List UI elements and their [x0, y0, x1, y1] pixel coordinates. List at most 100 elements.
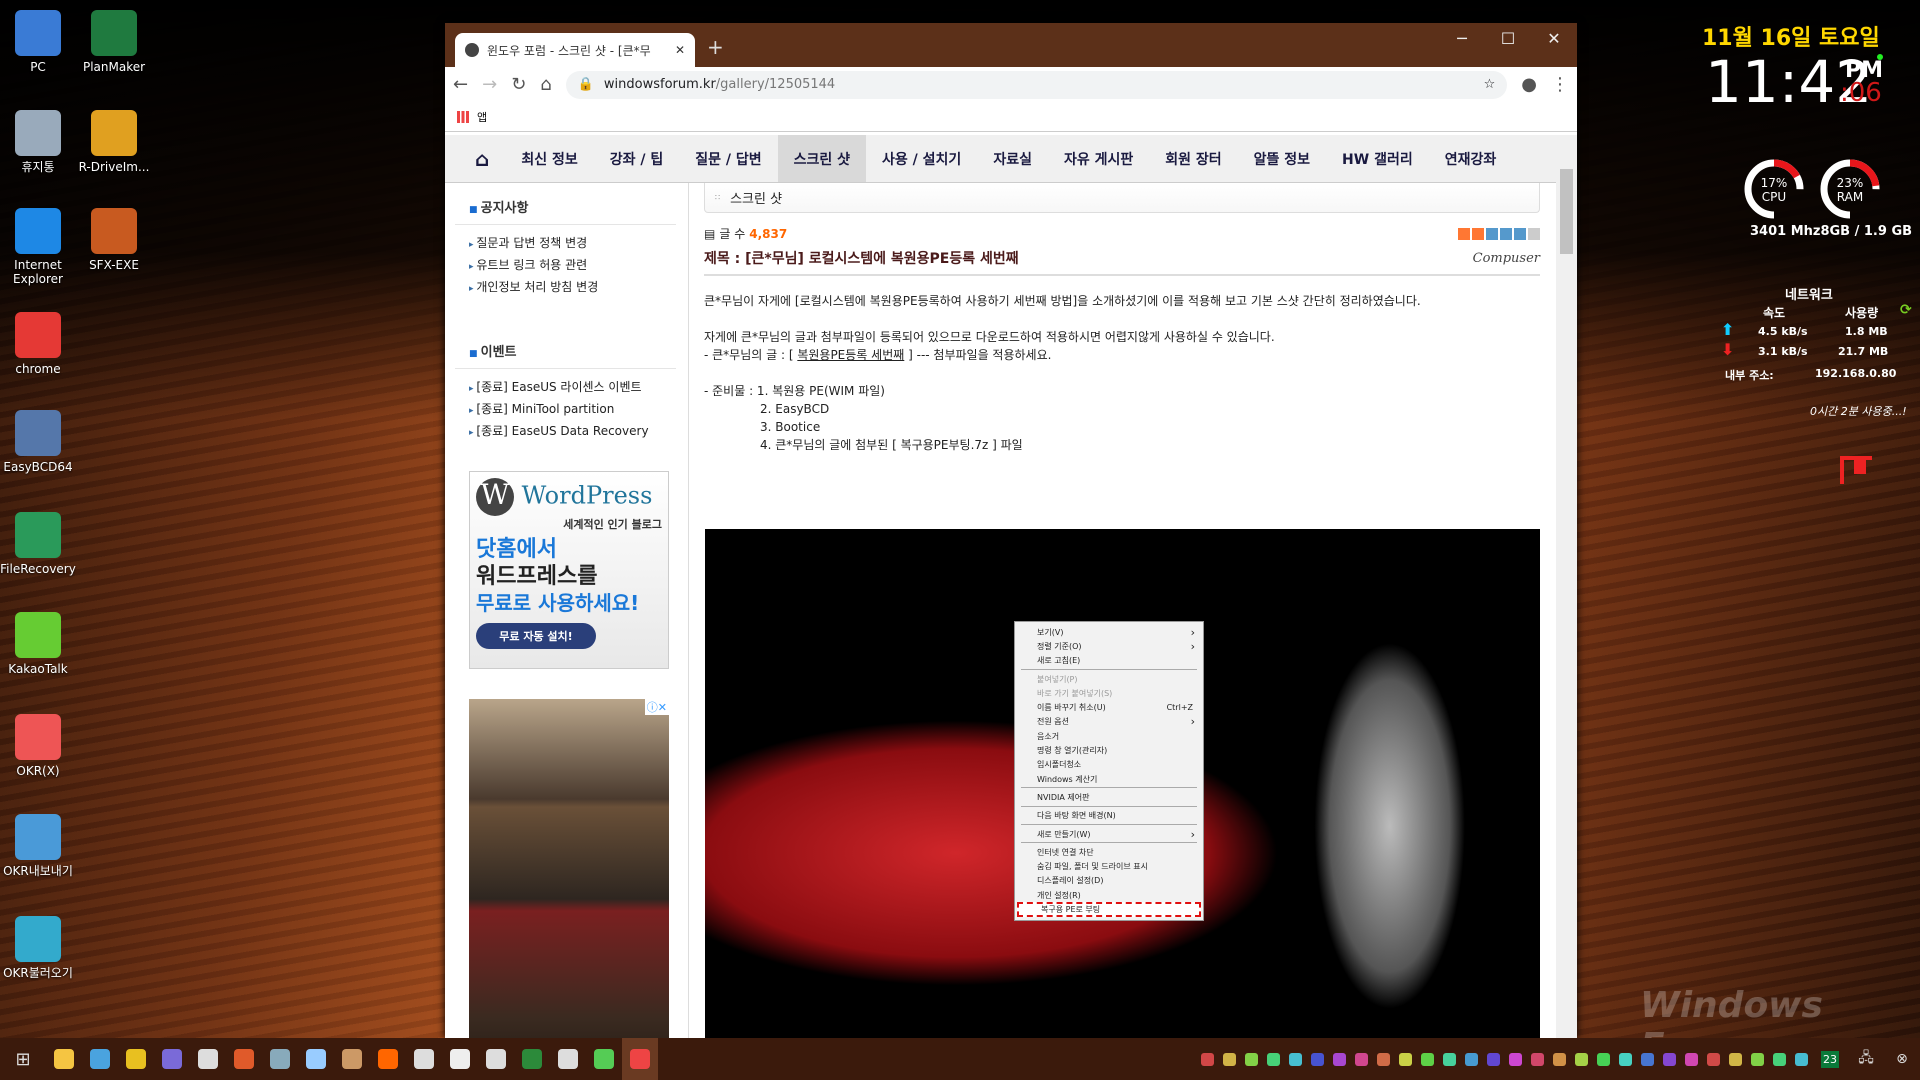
wordpress-ad[interactable]: W WordPress 세계적인 인기 블로그 닷홈에서 워드프레스를 무료로 사용… — [469, 471, 669, 669]
tray-app-icon[interactable] — [1592, 1038, 1614, 1080]
context-menu-item[interactable]: 숨김 파일, 폴더 및 드라이브 표시 — [1015, 859, 1203, 873]
context-menu-item[interactable]: 명령 창 열기(관리자) — [1015, 743, 1203, 757]
nav-item[interactable]: 알뜰 정보 — [1238, 135, 1326, 182]
nav-item[interactable]: 회원 장터 — [1149, 135, 1237, 182]
context-menu-item[interactable]: 임시폴더청소 — [1015, 758, 1203, 772]
nav-item[interactable]: 자유 게시판 — [1048, 135, 1149, 182]
tray-app-icon[interactable] — [1746, 1038, 1768, 1080]
tray-app-icon[interactable] — [1702, 1038, 1724, 1080]
taskbar-app[interactable] — [586, 1038, 622, 1080]
tray-app-icon[interactable] — [1526, 1038, 1548, 1080]
tray-app-icon[interactable] — [1658, 1038, 1680, 1080]
nav-item[interactable]: 스크린 샷 — [777, 135, 867, 182]
desktop-icon[interactable]: SFX-EXE — [76, 208, 152, 272]
context-menu-item[interactable]: 개인 설정(R) — [1015, 888, 1203, 902]
c-icon[interactable] — [1528, 227, 1540, 240]
tray-app-icon[interactable] — [1394, 1038, 1416, 1080]
tray-app-icon[interactable] — [1328, 1038, 1350, 1080]
post-link[interactable]: 복원용PE등록 세번째 — [797, 348, 904, 362]
nav-item[interactable]: HW 갤러리 — [1326, 135, 1429, 182]
bookmark-star-icon[interactable]: ☆ — [1484, 77, 1496, 92]
tray-app-icon[interactable] — [1416, 1038, 1438, 1080]
start-button[interactable]: ⊞ — [0, 1038, 46, 1080]
desktop-icon[interactable]: EasyBCD64 — [0, 410, 76, 474]
minimize-button[interactable]: ─ — [1439, 23, 1485, 53]
desktop-icon[interactable]: OKR(X) — [0, 713, 76, 778]
tray-app-icon[interactable] — [1482, 1038, 1504, 1080]
tray-app-icon[interactable] — [1284, 1038, 1306, 1080]
tray-app-icon[interactable] — [1680, 1038, 1702, 1080]
context-menu-item[interactable]: 바로 가기 붙여넣기(S) — [1015, 686, 1203, 700]
address-bar[interactable]: 🔒 windowsforum.kr/gallery/12505144 ☆ — [565, 70, 1508, 99]
nav-item[interactable]: 연재강좌 — [1429, 135, 1513, 182]
scrollbar[interactable] — [1556, 135, 1577, 1038]
taskbar-app[interactable] — [298, 1038, 334, 1080]
game-ad[interactable]: ⓘ✕ — [469, 699, 669, 1038]
close-tab-icon[interactable]: ✕ — [675, 43, 685, 57]
network-icon[interactable]: 🖧 — [1848, 1038, 1884, 1080]
taskbar-app[interactable] — [82, 1038, 118, 1080]
home-icon[interactable]: ⌂ — [540, 74, 551, 95]
context-menu-item[interactable]: 새로 고침(E) — [1015, 654, 1203, 668]
nav-item[interactable]: 최신 정보 — [505, 135, 593, 182]
apps-bookmark[interactable]: 앱 — [477, 109, 487, 125]
taskbar-app[interactable] — [622, 1038, 658, 1080]
taskbar-app[interactable] — [226, 1038, 262, 1080]
taskbar-app[interactable] — [46, 1038, 82, 1080]
context-menu-item[interactable]: 붙여넣기(P) — [1015, 672, 1203, 686]
tray-app-icon[interactable] — [1306, 1038, 1328, 1080]
taskbar-app[interactable] — [478, 1038, 514, 1080]
taskbar-app[interactable] — [550, 1038, 586, 1080]
nav-item[interactable]: 강좌 / 팁 — [594, 135, 680, 182]
taskbar-app[interactable] — [154, 1038, 190, 1080]
taskbar-app[interactable] — [370, 1038, 406, 1080]
desktop-icon[interactable]: Internet Explorer — [0, 208, 76, 286]
tray-app-icon[interactable] — [1240, 1038, 1262, 1080]
sidebar-link[interactable]: [종료] EaseUS Data Recovery — [455, 419, 688, 441]
browser-tab[interactable]: 윈도우 포럼 - 스크린 샷 - [큰*무 ✕ — [455, 33, 695, 67]
sidebar-link[interactable]: [종료] MiniTool partition — [455, 397, 688, 419]
tray-app-icon[interactable] — [1768, 1038, 1790, 1080]
context-menu-item[interactable]: NVIDIA 제어판 — [1015, 790, 1203, 804]
context-menu-item[interactable]: 정렬 기준(O) — [1015, 639, 1203, 653]
taskbar-app[interactable] — [442, 1038, 478, 1080]
tray-app-icon[interactable] — [1460, 1038, 1482, 1080]
tray-app-icon[interactable] — [1504, 1038, 1526, 1080]
rss-icon[interactable] — [1458, 227, 1470, 240]
tray-app-icon[interactable] — [1570, 1038, 1592, 1080]
tray-app-icon[interactable] — [1614, 1038, 1636, 1080]
taskbar-app[interactable] — [334, 1038, 370, 1080]
desktop-icon[interactable]: R-DriveIm... — [76, 110, 152, 174]
sidebar-link[interactable]: 개인정보 처리 방침 변경 — [455, 275, 688, 297]
menu-icon[interactable]: ⋮ — [1551, 74, 1569, 95]
profile-icon[interactable]: ● — [1521, 74, 1537, 95]
desktop-icon[interactable]: OKR불러오기 — [0, 915, 76, 980]
refresh-icon[interactable]: ⟳ — [1900, 302, 1912, 318]
author[interactable]: Compuser — [1473, 251, 1540, 266]
taskbar-app[interactable] — [262, 1038, 298, 1080]
desktop-icon[interactable]: PC — [0, 9, 76, 74]
context-menu-item[interactable]: 보기(V) — [1015, 625, 1203, 639]
desktop-icon[interactable]: 휴지통 — [0, 110, 76, 174]
context-menu-item[interactable]: 전원 옵션 — [1015, 715, 1203, 729]
context-menu-item[interactable]: 디스플레이 설정(D) — [1015, 874, 1203, 888]
sidebar-link[interactable]: 유트브 링크 허용 관련 — [455, 253, 688, 275]
desktop-icon[interactable]: OKR내보내기 — [0, 814, 76, 878]
context-menu-item[interactable]: 다음 바탕 화면 배경(N) — [1015, 809, 1203, 823]
tray-app-icon[interactable] — [1262, 1038, 1284, 1080]
reload-icon[interactable]: ↻ — [511, 74, 526, 95]
taskbar-app[interactable] — [406, 1038, 442, 1080]
back-icon[interactable]: ← — [453, 74, 468, 95]
sidebar-link[interactable]: [종료] EaseUS 라이센스 이벤트 — [455, 375, 688, 397]
context-menu-item[interactable]: 새로 만들기(W) — [1015, 827, 1203, 841]
tray-app-icon[interactable] — [1636, 1038, 1658, 1080]
tray-calendar[interactable]: 23 — [1812, 1038, 1848, 1080]
tray-app-icon[interactable] — [1196, 1038, 1218, 1080]
desktop-icon[interactable]: FileRecovery — [0, 511, 76, 576]
sidebar-link[interactable]: 질문과 답변 정책 변경 — [455, 231, 688, 253]
tray-app-icon[interactable] — [1790, 1038, 1812, 1080]
taskbar-app[interactable] — [514, 1038, 550, 1080]
t-icon[interactable] — [1472, 227, 1484, 240]
desktop-icon[interactable]: chrome — [0, 312, 76, 376]
context-menu-item[interactable]: 복구용 PE로 부팅 — [1017, 902, 1201, 917]
